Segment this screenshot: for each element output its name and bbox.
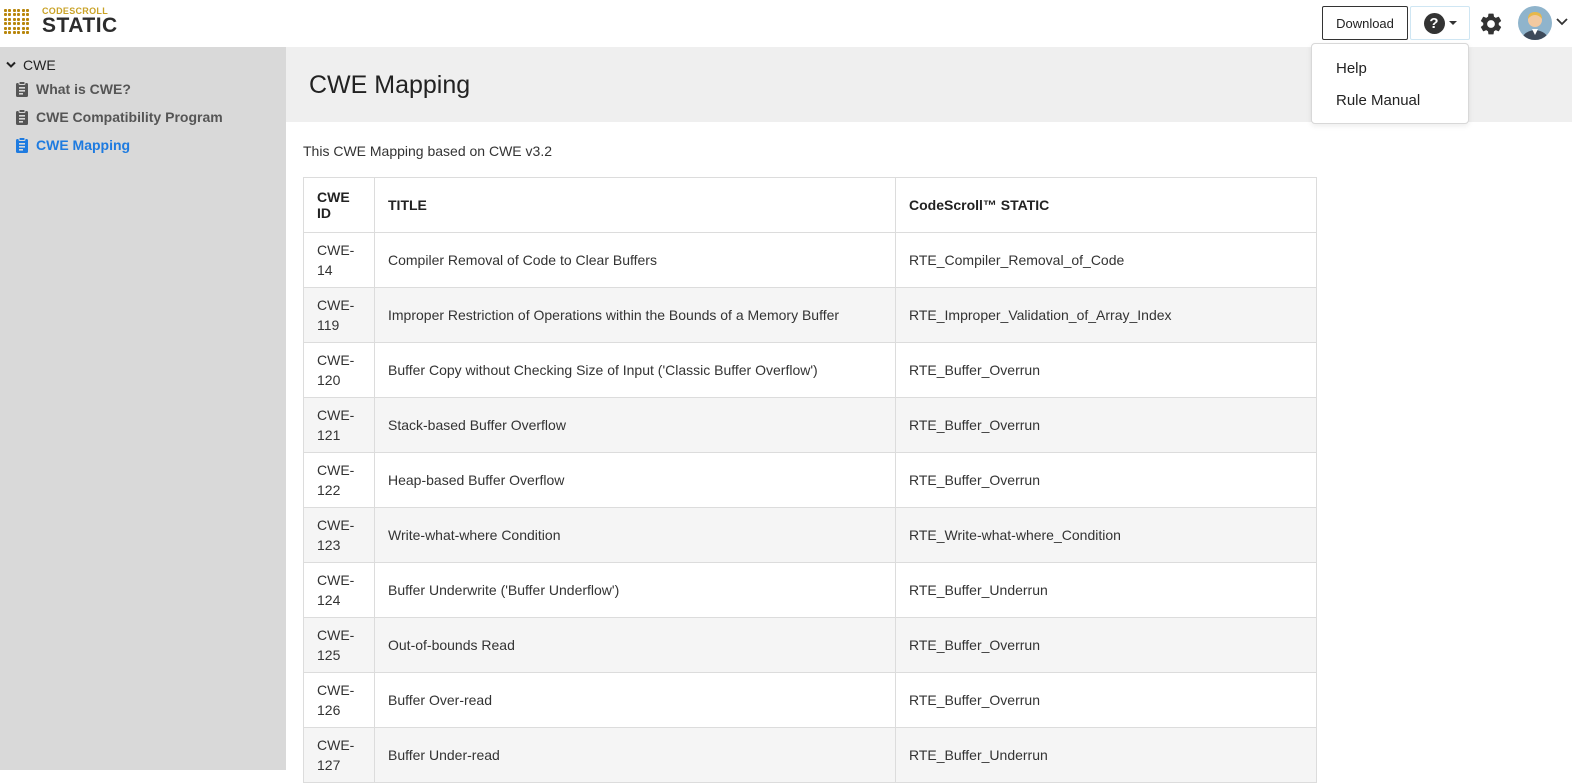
cell-rule: RTE_Buffer_Underrun <box>895 562 1317 618</box>
logo-title: STATIC <box>42 14 118 37</box>
cell-title: Buffer Copy without Checking Size of Inp… <box>374 342 896 398</box>
cell-cwe-id: CWE-127 <box>303 727 375 783</box>
cell-rule: RTE_Buffer_Underrun <box>895 727 1317 783</box>
table-row: CWE-121 Stack-based Buffer Overflow RTE_… <box>303 397 1317 453</box>
sidebar-item-cwe-compatibility-program[interactable]: CWE Compatibility Program <box>15 109 223 125</box>
cell-title: Out-of-bounds Read <box>374 617 896 673</box>
cell-title: Improper Restriction of Operations withi… <box>374 287 896 343</box>
table-row: CWE-119 Improper Restriction of Operatio… <box>303 287 1317 343</box>
cell-rule: RTE_Buffer_Overrun <box>895 342 1317 398</box>
sidebar-item-label: CWE Compatibility Program <box>36 109 223 125</box>
sidebar-item-label: What is CWE? <box>36 81 131 97</box>
sidebar: CWE What is CWE? CWE Compatibility Progr… <box>0 47 286 770</box>
table-row: CWE-124 Buffer Underwrite ('Buffer Under… <box>303 562 1317 618</box>
logo-grid-icon <box>4 9 30 34</box>
cell-title: Buffer Over-read <box>374 672 896 728</box>
sidebar-item-cwe-mapping[interactable]: CWE Mapping <box>15 137 130 153</box>
chevron-down-icon <box>6 61 16 68</box>
cell-title: Write-what-where Condition <box>374 507 896 563</box>
header-cwe-id: CWE ID <box>303 177 375 233</box>
app-logo[interactable]: CODESCROLL STATIC <box>4 7 118 36</box>
clipboard-icon <box>16 109 28 125</box>
intro-text: This CWE Mapping based on CWE v3.2 <box>303 143 552 159</box>
sidebar-root-cwe[interactable]: CWE <box>6 57 56 73</box>
menu-item-help[interactable]: Help <box>1336 60 1367 77</box>
help-dropdown-toggle[interactable]: ? <box>1410 6 1470 40</box>
cell-rule: RTE_Compiler_Removal_of_Code <box>895 232 1317 288</box>
header-title: TITLE <box>374 177 896 233</box>
cell-rule: RTE_Write-what-where_Condition <box>895 507 1317 563</box>
download-button[interactable]: Download <box>1322 6 1408 40</box>
cell-cwe-id: CWE-121 <box>303 397 375 453</box>
cell-title: Compiler Removal of Code to Clear Buffer… <box>374 232 896 288</box>
cell-rule: RTE_Buffer_Overrun <box>895 452 1317 508</box>
cell-title: Stack-based Buffer Overflow <box>374 397 896 453</box>
cwe-mapping-table: CWE ID TITLE CodeScroll™ STATIC CWE-14 C… <box>303 177 1317 783</box>
page-title: CWE Mapping <box>309 71 471 99</box>
help-dropdown-menu: Help Rule Manual <box>1311 43 1469 124</box>
cell-cwe-id: CWE-119 <box>303 287 375 343</box>
top-header: CODESCROLL STATIC Download ? <box>0 0 1572 47</box>
cell-rule: RTE_Improper_Validation_of_Array_Index <box>895 287 1317 343</box>
table-row: CWE-120 Buffer Copy without Checking Siz… <box>303 342 1317 398</box>
cell-rule: RTE_Buffer_Overrun <box>895 397 1317 453</box>
cell-cwe-id: CWE-123 <box>303 507 375 563</box>
cell-rule: RTE_Buffer_Overrun <box>895 672 1317 728</box>
table-row: CWE-125 Out-of-bounds Read RTE_Buffer_Ov… <box>303 617 1317 673</box>
chevron-down-icon[interactable] <box>1556 17 1568 27</box>
table-row: CWE-123 Write-what-where Condition RTE_W… <box>303 507 1317 563</box>
sidebar-item-label: CWE Mapping <box>36 137 131 153</box>
cell-cwe-id: CWE-125 <box>303 617 375 673</box>
cell-cwe-id: CWE-122 <box>303 452 375 508</box>
sidebar-item-what-is-cwe[interactable]: What is CWE? <box>15 81 131 97</box>
table-header-row: CWE ID TITLE CodeScroll™ STATIC <box>303 177 1317 233</box>
sidebar-root-label: CWE <box>23 57 56 73</box>
gear-icon[interactable] <box>1478 11 1504 37</box>
cell-title: Heap-based Buffer Overflow <box>374 452 896 508</box>
cell-cwe-id: CWE-120 <box>303 342 375 398</box>
menu-item-rule-manual[interactable]: Rule Manual <box>1336 92 1420 109</box>
main-content: CWE Mapping This CWE Mapping based on CW… <box>286 47 1572 783</box>
table-row: CWE-127 Buffer Under-read RTE_Buffer_Und… <box>303 727 1317 783</box>
cell-cwe-id: CWE-126 <box>303 672 375 728</box>
table-row: CWE-122 Heap-based Buffer Overflow RTE_B… <box>303 452 1317 508</box>
header-codescroll-static: CodeScroll™ STATIC <box>895 177 1317 233</box>
table-row: CWE-14 Compiler Removal of Code to Clear… <box>303 232 1317 288</box>
table-row: CWE-126 Buffer Over-read RTE_Buffer_Over… <box>303 672 1317 728</box>
clipboard-icon <box>16 137 28 153</box>
avatar[interactable] <box>1517 5 1553 41</box>
caret-down-icon <box>1448 21 1457 25</box>
cell-cwe-id: CWE-14 <box>303 232 375 288</box>
cell-rule: RTE_Buffer_Overrun <box>895 617 1317 673</box>
cell-cwe-id: CWE-124 <box>303 562 375 618</box>
clipboard-icon <box>16 81 28 97</box>
cell-title: Buffer Underwrite ('Buffer Underflow') <box>374 562 896 618</box>
cell-title: Buffer Under-read <box>374 727 896 783</box>
question-circle-icon: ? <box>1423 12 1445 34</box>
